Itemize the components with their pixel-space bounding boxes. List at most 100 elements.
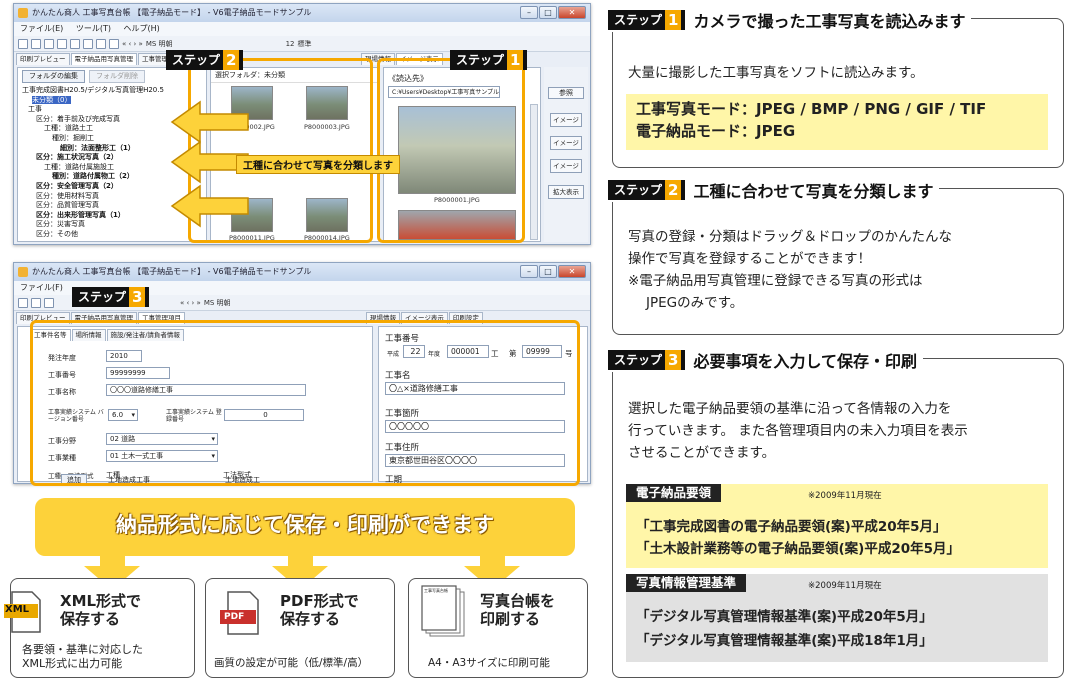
maximize-button[interactable]: □ — [539, 6, 557, 19]
window-title-bar: かんたん商人 工事写真台帳 【電子納品モード】 - V6電子納品モードサンプル … — [14, 263, 590, 281]
pdf-card-title-2: 保存する — [280, 610, 341, 628]
open-icon[interactable] — [31, 297, 41, 308]
arrow-icon — [170, 184, 249, 228]
tree-root[interactable]: 工事完成図書H20.5/デジタル写真管理H20.5 — [22, 86, 206, 96]
step1-highlight-frame — [377, 58, 525, 243]
step3-badge-number: 3 — [129, 287, 146, 307]
nav-icons[interactable]: « ‹ › » — [180, 299, 201, 307]
arrow-icon — [170, 100, 249, 144]
step2-line-4: JPEGのみです。 — [646, 295, 744, 311]
settings-icon[interactable] — [109, 38, 119, 49]
step1-side-badge: ステップ 1 — [608, 10, 686, 30]
photo-standard-item-2: 「デジタル写真管理情報基準(案)平成18年1月」 — [636, 633, 933, 649]
window-controls: – □ ✕ — [520, 6, 586, 19]
step1-heading: カメラで撮った工事写真を読込みます — [693, 12, 966, 31]
xml-card-desc-2: XML形式に出力可能 — [22, 657, 123, 670]
close-button[interactable]: ✕ — [558, 265, 586, 278]
zoom-icon[interactable] — [83, 38, 93, 49]
font-name[interactable]: MS 明朝 — [146, 39, 173, 49]
pdf-card-title-1: PDF形式で — [280, 592, 359, 610]
open-icon[interactable] — [31, 38, 41, 49]
eportal-mode-formats: 電子納品モード：JPEG — [636, 122, 796, 140]
step1-header: ステップ 1 カメラで撮った工事写真を読込みます — [608, 8, 972, 32]
step3-heading: 必要事項を入力して保存・印刷 — [693, 352, 917, 371]
font-name[interactable]: MS 明朝 — [204, 298, 231, 308]
image-button[interactable]: イメージ — [550, 113, 582, 127]
step1-text: 大量に撮影した工事写真をソフトに読込みます。 — [628, 65, 924, 81]
step2-line-3: ※電子納品用写真管理に登録できる写真の形式は — [628, 273, 923, 289]
step1-badge-label: ステップ — [456, 53, 505, 67]
xml-card-desc-1: 各要領・基準に対応した — [22, 643, 143, 656]
window-title-bar: かんたん商人 工事写真台帳 【電子納品モード】 - V6電子納品モードサンプル … — [14, 4, 590, 22]
menu-file[interactable]: ファイル(E) — [20, 24, 63, 33]
classify-callout: 工種に合わせて写真を分類します — [236, 155, 400, 174]
step3-line-1: 選択した電子納品要領の基準に沿って各情報の入力を — [628, 401, 952, 417]
font-size[interactable]: 12 — [286, 40, 295, 48]
preview-icon[interactable] — [96, 38, 106, 49]
step3-line-2: 行っていきます。 また各管理項目内の未入力項目を表示 — [628, 423, 968, 439]
save-icon[interactable] — [44, 297, 54, 308]
menu-tools[interactable]: ツール(T) — [76, 24, 111, 33]
ledger-icon-label: 工事写真台帳 — [424, 588, 448, 593]
image-button[interactable]: イメージ — [550, 136, 582, 150]
print-icon[interactable] — [57, 38, 67, 49]
step2-side-badge: ステップ 2 — [608, 180, 686, 200]
minimize-button[interactable]: – — [520, 6, 538, 19]
step2-badge-number: 2 — [223, 50, 240, 70]
print-card-desc: A4・A3サイズに印刷可能 — [428, 657, 550, 669]
photo-standard-item-1: 「デジタル写真管理情報基準(案)平成20年5月」 — [636, 609, 933, 625]
close-button[interactable]: ✕ — [558, 6, 586, 19]
step2-line-1: 写真の登録・分類はドラッグ＆ドロップのかんたんな — [628, 229, 952, 245]
menu-help[interactable]: ヘルプ(H) — [124, 24, 160, 33]
step2-heading: 工種に合わせて写真を分類します — [693, 182, 934, 201]
new-icon[interactable] — [18, 38, 28, 49]
nav-icons[interactable]: « ‹ › » — [122, 40, 143, 48]
tab-photo-manage[interactable]: 電子納品用写真管理 — [70, 53, 137, 65]
window-controls: – □ ✕ — [520, 265, 586, 278]
zoom-view-button[interactable]: 拡大表示 — [548, 185, 584, 199]
folder-edit-button[interactable]: フォルダの編集 — [22, 70, 85, 83]
minimize-button[interactable]: – — [520, 265, 538, 278]
print-card-title-1: 写真台帳を — [480, 592, 556, 610]
step3-highlight-frame — [30, 320, 580, 486]
step1-badge: ステップ 1 — [450, 50, 528, 70]
step2-badge: ステップ 2 — [166, 50, 244, 70]
image-button[interactable]: イメージ — [550, 159, 582, 173]
tab-print-preview[interactable]: 印刷プレビュー — [16, 53, 70, 65]
step2-badge-label: ステップ — [172, 53, 221, 67]
browse-button[interactable]: 参照 — [548, 87, 584, 99]
step1-side-badge-number: 1 — [665, 10, 682, 30]
step3-side-badge-label: ステップ — [614, 353, 663, 367]
xml-icon-label: XML — [5, 604, 30, 615]
step3-side-badge: ステップ 3 — [608, 350, 686, 370]
step2-line-2: 操作で写真を登録することができます！ — [628, 251, 871, 267]
copy-icon[interactable] — [70, 38, 80, 49]
step3-line-3: させることができます。 — [628, 445, 776, 461]
menu-file[interactable]: ファイル(F) — [20, 283, 63, 292]
maximize-button[interactable]: □ — [539, 265, 557, 278]
standard-item-1: 「工事完成図書の電子納品要領(案)平成20年5月」 — [636, 519, 947, 535]
photo-standard-note: ※2009年11月現在 — [808, 581, 882, 591]
scrollbar[interactable] — [530, 104, 538, 240]
tree-item-unsorted[interactable]: 未分類（0） — [32, 95, 72, 104]
app-icon — [18, 267, 28, 277]
pdf-card-desc: 画質の設定が可能（低/標準/高） — [214, 657, 369, 669]
xml-card-title-2: 保存する — [60, 610, 121, 628]
pdf-icon-label: PDF — [224, 612, 245, 622]
step2-header: ステップ 2 工種に合わせて写真を分類します — [608, 178, 940, 202]
output-banner-text: 納品形式に応じて保存・印刷ができます — [116, 513, 494, 537]
new-icon[interactable] — [18, 297, 28, 308]
step1-side-badge-label: ステップ — [614, 13, 663, 27]
photo-standard-label: 写真情報管理基準 — [626, 574, 747, 592]
step3-badge-label: ステップ — [78, 290, 127, 304]
folder-delete-button[interactable]: フォルダ削除 — [89, 70, 145, 83]
step3-side-badge-number: 3 — [665, 350, 682, 370]
window-title: かんたん商人 工事写真台帳 【電子納品モード】 - V6電子納品モードサンプル — [32, 267, 312, 276]
standard-item-2: 「土木設計業務等の電子納品要領(案)平成20年5月」 — [636, 541, 961, 557]
menu-bar: ファイル(E) ツール(T) ヘルプ(H) — [14, 22, 590, 36]
font-style[interactable]: 標準 — [297, 39, 311, 49]
save-icon[interactable] — [44, 38, 54, 49]
step3-header: ステップ 3 必要事項を入力して保存・印刷 — [608, 348, 923, 372]
standard-label: 電子納品要領 — [626, 484, 722, 502]
window-title: かんたん商人 工事写真台帳 【電子納品モード】 - V6電子納品モードサンプル — [32, 8, 312, 17]
